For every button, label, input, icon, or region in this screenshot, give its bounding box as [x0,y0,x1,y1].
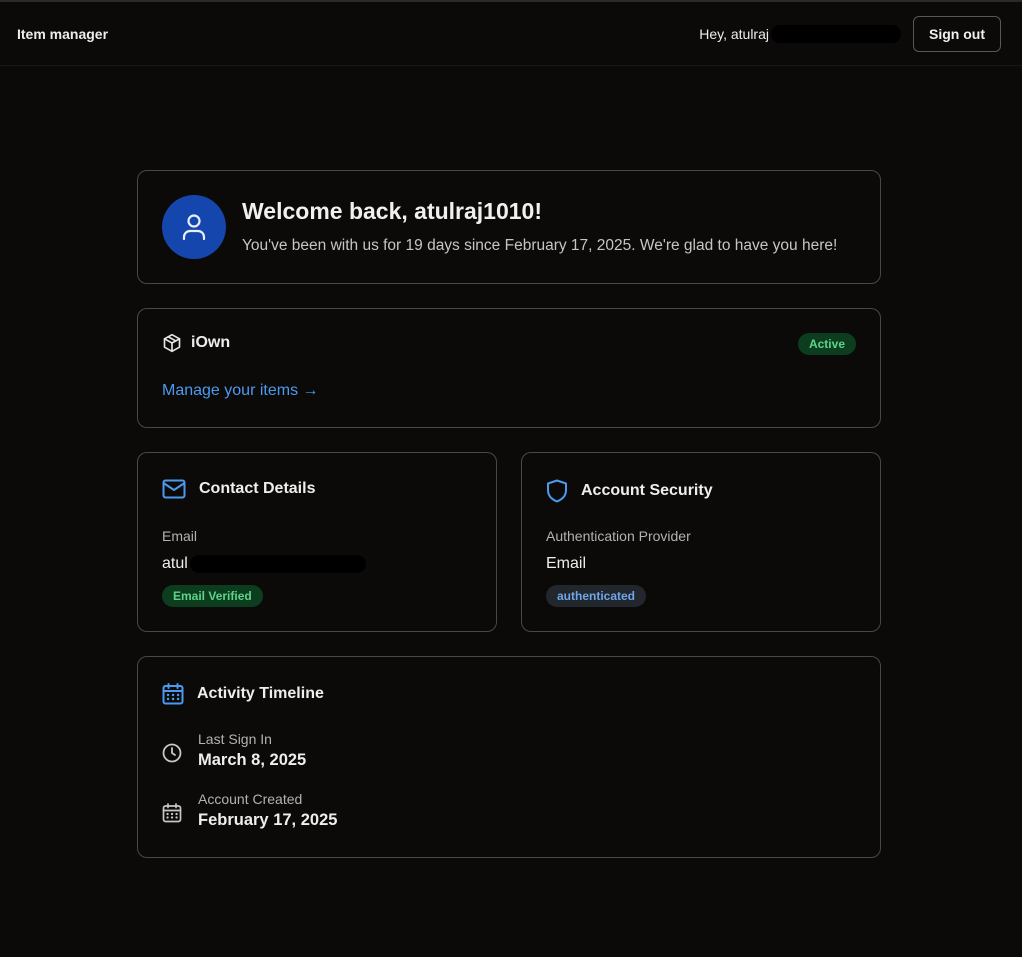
contact-title: Contact Details [199,480,316,497]
avatar [162,195,226,259]
security-header: Account Security [546,479,713,503]
welcome-subtitle: You've been with us for 19 days since Fe… [242,237,838,254]
timeline-text: Last Sign In March 8, 2025 [198,731,306,770]
provider-value: Email [546,555,587,572]
timeline-value: March 8, 2025 [198,751,307,769]
email-verified-badge: Email Verified [162,585,263,607]
security-title: Account Security [581,482,713,499]
provider-label: Authentication Provider [546,528,691,544]
welcome-card: Welcome back, atulraj1010! You've been w… [137,170,881,284]
activity-timeline-card: Activity Timeline Last Sign In March 8, … [137,656,881,858]
authenticated-badge: authenticated [546,585,647,607]
contact-header: Contact Details [162,479,315,499]
email-value: atul [162,555,366,573]
app-card-title: iOwn [191,334,231,351]
account-security-card: Account Security Authentication Provider… [521,452,881,632]
calendar-icon [162,683,184,705]
timeline-label: Account Created [198,791,303,807]
package-icon [163,333,181,353]
app-card-iown: iOwn Active Manage your items → [137,308,881,428]
status-badge: Active [797,333,856,355]
contact-details-card: Contact Details Email atul Email Verifie… [137,452,497,632]
timeline-text: Account Created February 17, 2025 [198,791,337,830]
timeline-header: Activity Timeline [162,683,324,705]
sign-out-button[interactable]: Sign out [913,15,1001,52]
calendar-icon [162,803,182,823]
redacted-username [771,24,901,43]
user-icon [182,214,206,241]
app-card-header: iOwn [162,333,230,353]
shield-icon [547,479,567,503]
greeting-text: Hey, atulraj [699,25,769,42]
timeline-value: February 17, 2025 [198,811,338,829]
timeline-item-last-sign-in: Last Sign In March 8, 2025 [162,731,306,770]
clock-icon [162,743,182,763]
timeline-item-account-created: Account Created February 17, 2025 [162,791,337,830]
timeline-title: Activity Timeline [197,685,324,702]
app-header: Item manager Hey, atulraj Sign out [0,2,1022,66]
brand-title: Item manager [17,25,109,42]
timeline-label: Last Sign In [198,731,272,747]
email-text: atul [162,555,188,572]
mail-icon [162,479,186,499]
user-greeting: Hey, atulraj [699,24,901,43]
welcome-title: Welcome back, atulraj1010! [242,198,542,224]
redacted-email [189,555,366,573]
email-label: Email [162,528,198,544]
manage-items-link[interactable]: Manage your items → [162,382,319,400]
header-user-area: Hey, atulraj Sign out [699,15,1001,52]
